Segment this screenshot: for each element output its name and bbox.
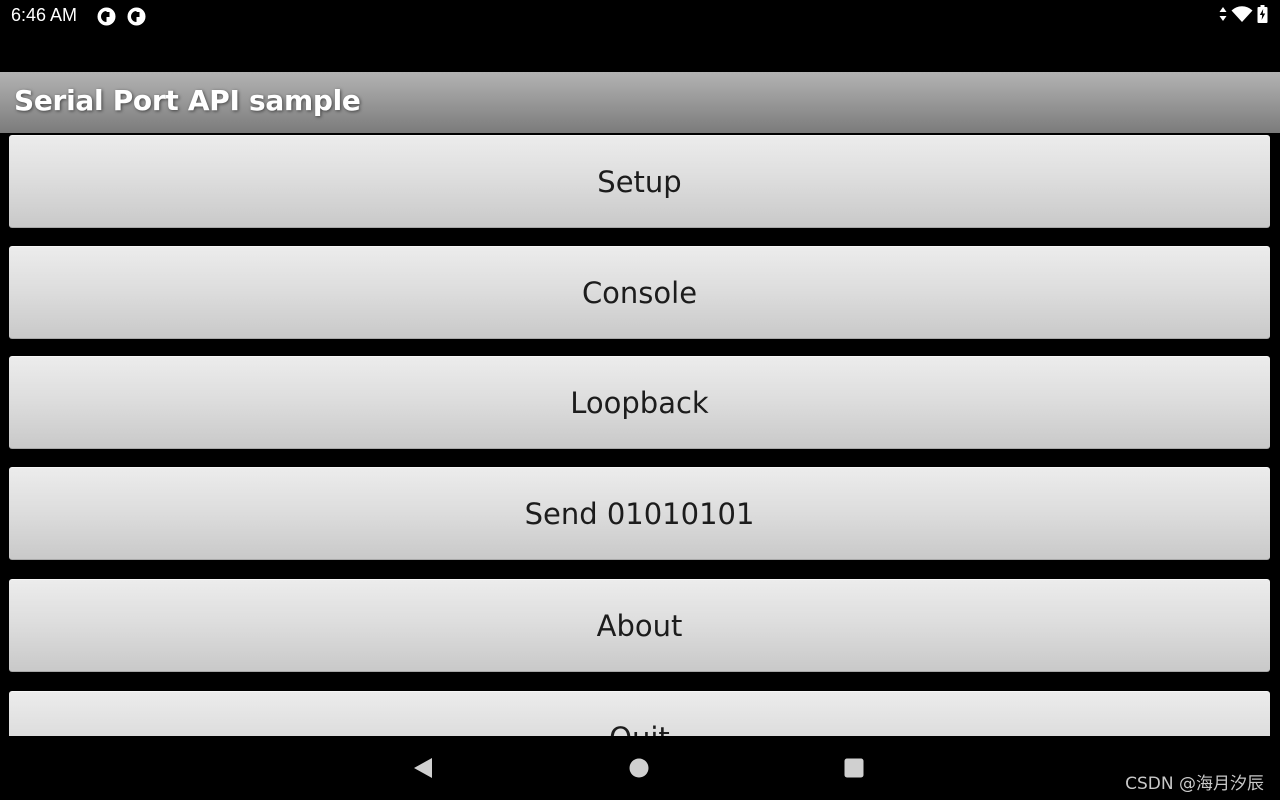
quit-button[interactable]: Quit [9, 691, 1270, 736]
console-button-label: Console [581, 275, 698, 310]
status-time: 6:46 AM [11, 5, 78, 25]
menu-list: Setup Console Loopback Send 01010101 Abo… [0, 133, 1280, 736]
data-arrows-icon [1219, 6, 1227, 26]
send-01010101-button-label: Send 01010101 [524, 496, 755, 531]
send-01010101-button[interactable]: Send 01010101 [9, 467, 1270, 560]
navigation-bar: CSDN @海月汐辰 [0, 736, 1280, 800]
loopback-button[interactable]: Loopback [9, 356, 1270, 449]
watermark: CSDN @海月汐辰 [1125, 774, 1264, 794]
status-bar: 6:46 AM [0, 0, 1280, 32]
back-icon[interactable] [405, 750, 441, 786]
quit-button-label: Quit [609, 721, 670, 737]
status-indicators [1219, 5, 1268, 27]
app-title-bar: Serial Port API sample [0, 72, 1280, 133]
app-notification-icon [127, 7, 146, 26]
about-button-label: About [596, 608, 683, 643]
setup-button[interactable]: Setup [9, 135, 1270, 228]
console-button[interactable]: Console [9, 246, 1270, 339]
about-button[interactable]: About [9, 579, 1270, 672]
battery-charging-icon [1257, 5, 1268, 27]
recents-icon[interactable] [836, 750, 872, 786]
android-screen: 6:46 AM Serial Port API sample Setup Con… [0, 0, 1280, 800]
wifi-icon [1231, 5, 1253, 27]
app-notification-icon [97, 7, 116, 26]
app-title: Serial Port API sample [14, 84, 361, 117]
home-icon[interactable] [621, 750, 657, 786]
setup-button-label: Setup [597, 164, 682, 199]
loopback-button-label: Loopback [570, 385, 709, 420]
